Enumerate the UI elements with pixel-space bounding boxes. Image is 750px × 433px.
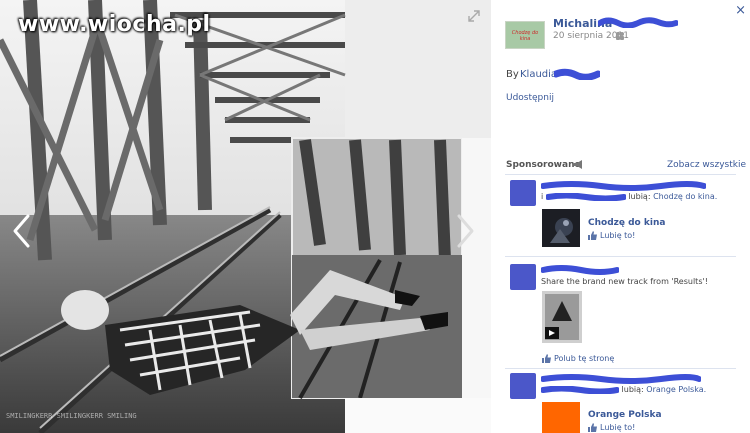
ad-avatar[interactable] xyxy=(510,264,536,290)
ad-page-link[interactable]: Orange Polska. xyxy=(646,385,706,394)
redaction-scribble xyxy=(598,17,678,28)
friend-avatar[interactable] xyxy=(510,373,536,399)
redaction-scribble xyxy=(541,265,619,275)
close-button[interactable]: × xyxy=(735,3,746,18)
redaction-scribble xyxy=(541,181,706,191)
ad-text: Share the brand new track from 'Results'… xyxy=(541,277,708,286)
ad-page-name[interactable]: Orange Polska xyxy=(588,410,662,420)
redaction-scribble xyxy=(541,374,701,384)
photo-caption-overlay: SMILINGKERR SMILINGKERR SMILING xyxy=(6,412,137,420)
ad-social-text: i lubią: Chodzę do kina. xyxy=(541,192,718,201)
expand-icon[interactable] xyxy=(468,10,480,22)
redaction-scribble xyxy=(554,68,600,80)
audience-icon[interactable] xyxy=(615,31,625,40)
byline-prefix: By xyxy=(506,69,519,80)
ad-image[interactable] xyxy=(542,209,580,247)
ad-social-text: lubią: Orange Polska. xyxy=(540,385,706,394)
like-page-button[interactable]: Polub tę stronę xyxy=(542,354,614,363)
ad-image[interactable] xyxy=(542,402,580,433)
like-button[interactable]: Lubię to! xyxy=(588,231,635,240)
like-button[interactable]: Lubię to! xyxy=(588,423,635,432)
byline-name[interactable]: Klaudia xyxy=(520,69,557,80)
share-link[interactable]: Udostępnij xyxy=(506,93,554,103)
thumbs-up-icon xyxy=(542,354,551,363)
megaphone-icon xyxy=(574,160,582,169)
ad-page-link[interactable]: Chodzę do kina. xyxy=(653,192,717,201)
photo xyxy=(0,0,491,433)
photo-viewer: www.wiocha.pl SMILINGKERR SMILINGKERR SM… xyxy=(0,0,491,433)
see-all-link[interactable]: Zobacz wszystkie xyxy=(667,160,746,170)
photo-sidebar: × Chodzę do kina Michalina 20 sierpnia 2… xyxy=(491,0,750,433)
page-thumbnail[interactable]: Chodzę do kina xyxy=(505,21,545,49)
divider xyxy=(505,368,736,369)
ad-video-thumbnail[interactable] xyxy=(542,291,582,343)
thumbs-up-icon xyxy=(588,423,597,432)
divider xyxy=(505,174,736,175)
friend-avatar[interactable] xyxy=(510,180,536,206)
ad-page-name[interactable]: Chodzę do kina xyxy=(588,218,665,228)
next-arrow-icon[interactable] xyxy=(455,213,477,249)
previous-arrow-icon[interactable] xyxy=(10,213,32,249)
thumbs-up-icon xyxy=(588,231,597,240)
sponsored-heading: Sponsorowane xyxy=(506,160,581,170)
page-thumbnail-label: Chodzę do kina xyxy=(511,30,539,42)
divider xyxy=(505,256,736,257)
watermark: www.wiocha.pl xyxy=(18,12,211,37)
